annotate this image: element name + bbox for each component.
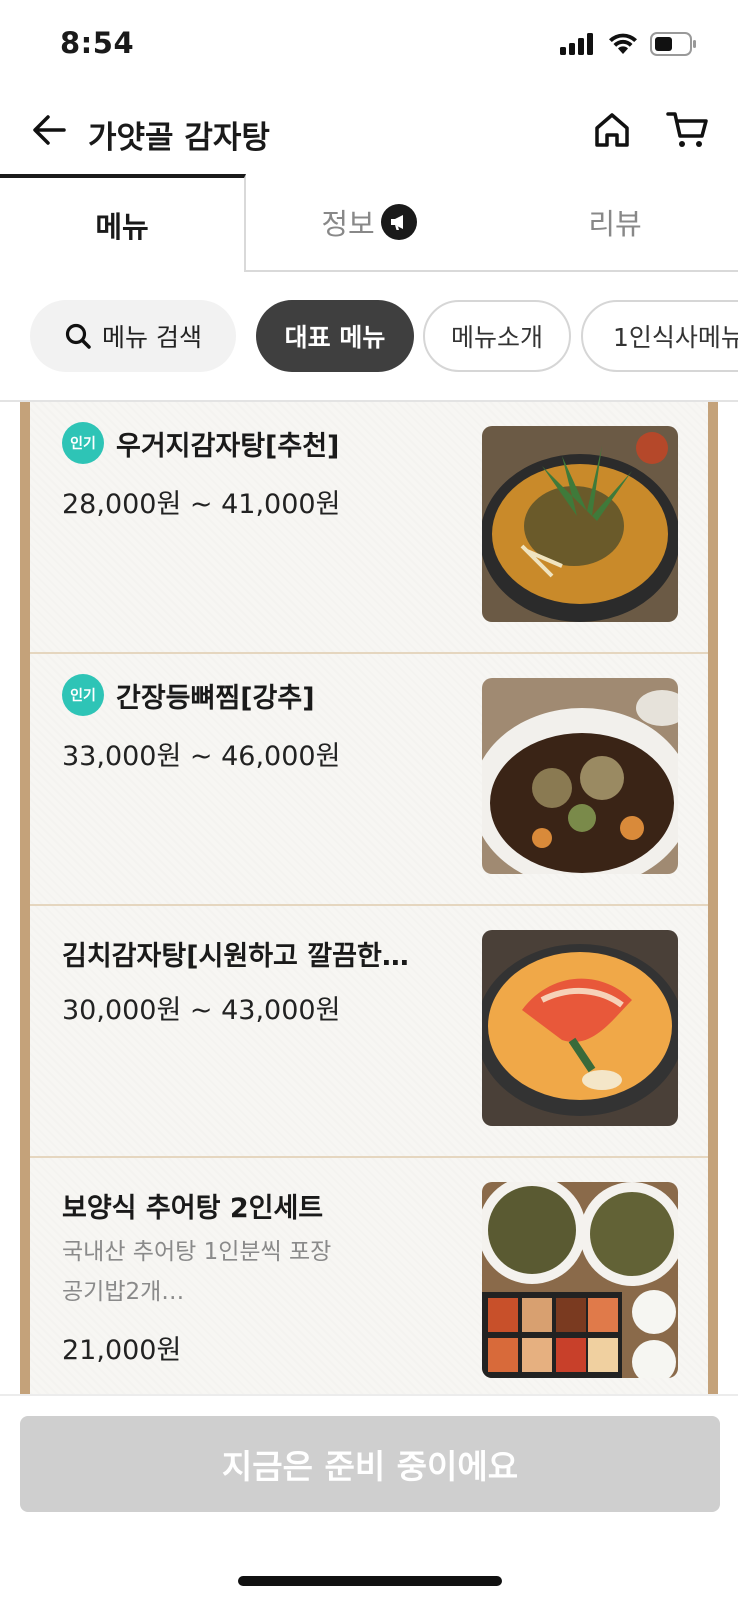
menu-item-photo xyxy=(482,426,678,622)
tab-review-label: 리뷰 xyxy=(588,207,642,241)
order-button[interactable]: 지금은 준비 중이에요 xyxy=(20,1416,720,1512)
menu-item[interactable]: 보양식 추어탕 2인세트 국내산 추어탕 1인분씩 포장 공기밥2개… 21,0… xyxy=(30,1158,708,1394)
menu-item-price: 33,000원 ~ 46,000원 xyxy=(62,741,341,772)
home-icon xyxy=(595,113,629,147)
tab-review[interactable]: 리뷰 xyxy=(492,174,738,272)
menu-item-description-line: 국내산 추어탕 1인분씩 포장 xyxy=(62,1239,332,1265)
menu-item-price: 28,000원 ~ 41,000원 xyxy=(62,489,341,520)
menu-item-photo xyxy=(482,678,678,874)
search-icon xyxy=(65,323,91,349)
tab-menu-label: 메뉴 xyxy=(95,210,149,244)
menu-board: 인기 우거지감자탕[추천] 28,000원 ~ 41,000원 인기 간장등뼈찜… xyxy=(20,402,718,1394)
megaphone-icon xyxy=(380,204,417,240)
menu-search-chip[interactable]: 메뉴 검색 xyxy=(30,300,236,372)
wifi-icon xyxy=(609,33,637,54)
menu-item-title: 보양식 추어탕 2인세트 xyxy=(62,1186,323,1225)
chip-menu-intro[interactable]: 메뉴소개 xyxy=(423,300,571,372)
menu-item-price: 30,000원 ~ 43,000원 xyxy=(62,995,341,1026)
popular-badge: 인기 xyxy=(62,422,104,464)
tab-bar: 메뉴 정보 리뷰 xyxy=(0,174,738,272)
menu-item-photo xyxy=(482,930,678,1126)
menu-search-label: 메뉴 검색 xyxy=(102,323,202,352)
menu-item-price: 21,000원 xyxy=(62,1335,182,1366)
status-bar: 8:54 xyxy=(0,0,738,92)
menu-item[interactable]: 인기 우거지감자탕[추천] 28,000원 ~ 41,000원 xyxy=(30,402,708,654)
chip-single-meal[interactable]: 1인식사메뉴 xyxy=(581,300,738,372)
menu-item[interactable]: 인기 간장등뼈찜[강추] 33,000원 ~ 46,000원 xyxy=(30,654,708,906)
menu-item-description-line: 공기밥2개… xyxy=(62,1279,185,1305)
cart-icon xyxy=(666,112,708,147)
menu-item[interactable]: 김치감자탕[시원하고 깔끔한… 30,000원 ~ 43,000원 xyxy=(30,906,708,1158)
status-icons xyxy=(560,32,698,56)
menu-item-title: 인기 간장등뼈찜[강추] xyxy=(62,674,315,716)
menu-item-photo xyxy=(482,1182,678,1378)
cart-button[interactable] xyxy=(666,110,710,150)
status-time: 8:54 xyxy=(60,26,135,60)
home-button[interactable] xyxy=(592,110,632,150)
home-indicator[interactable] xyxy=(238,1576,502,1586)
header: 가얏골 감자탕 xyxy=(0,92,738,174)
battery-icon xyxy=(650,32,696,56)
tab-info-label: 정보 xyxy=(321,207,375,241)
menu-item-name: 간장등뼈찜[강추] xyxy=(116,682,315,714)
menu-item-title: 김치감자탕[시원하고 깔끔한… xyxy=(62,934,409,973)
back-button[interactable] xyxy=(30,110,70,150)
menu-item-name: 우거지감자탕[추천] xyxy=(116,430,340,462)
menu-list: 인기 우거지감자탕[추천] 28,000원 ~ 41,000원 인기 간장등뼈찜… xyxy=(30,402,708,1394)
tab-menu[interactable]: 메뉴 xyxy=(0,174,246,272)
cellular-signal-icon xyxy=(560,33,593,55)
menu-item-name: 보양식 추어탕 2인세트 xyxy=(62,1193,324,1224)
bottom-bar: 지금은 준비 중이에요 xyxy=(0,1394,738,1600)
back-arrow-icon xyxy=(33,115,66,145)
popular-badge: 인기 xyxy=(62,674,104,716)
chip-representative-menu[interactable]: 대표 메뉴 xyxy=(256,300,414,372)
menu-item-description: 국내산 추어탕 1인분씩 포장 공기밥2개… xyxy=(62,1232,442,1312)
menu-item-title: 인기 우거지감자탕[추천] xyxy=(62,422,339,464)
tab-info[interactable]: 정보 xyxy=(246,174,492,272)
category-chips: 메뉴 검색 대표 메뉴 메뉴소개 1인식사메뉴 xyxy=(30,300,738,374)
page-title: 가얏골 감자탕 xyxy=(88,120,270,156)
menu-item-name: 김치감자탕[시원하고 깔끔한… xyxy=(62,941,409,972)
